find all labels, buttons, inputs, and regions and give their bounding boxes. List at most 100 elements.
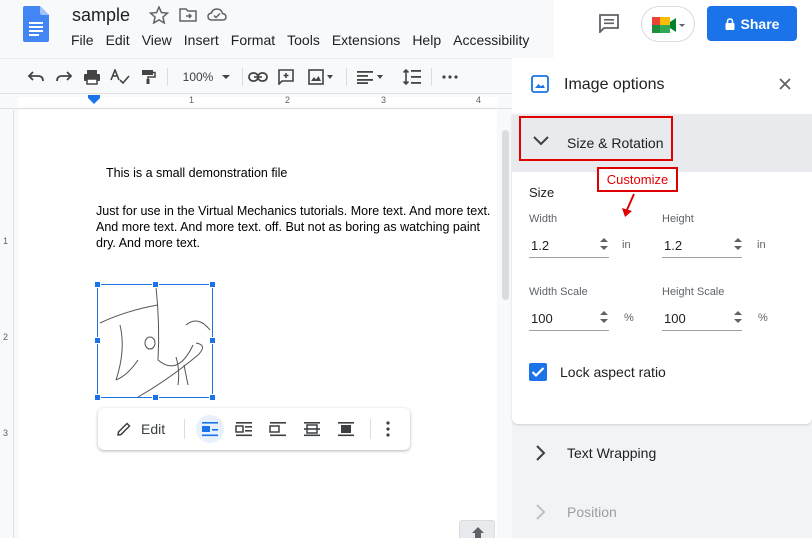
resize-handle[interactable] [209, 281, 216, 288]
break-text-icon[interactable] [269, 421, 287, 437]
resize-handle[interactable] [152, 394, 159, 401]
comment-history-icon[interactable] [598, 13, 620, 33]
ruler-mark: 1 [3, 236, 9, 246]
chevron-down-icon[interactable] [533, 136, 549, 146]
width-label: Width [529, 213, 558, 225]
edit-pencil-icon[interactable] [116, 421, 132, 437]
move-folder-icon[interactable] [178, 6, 198, 24]
resize-handle[interactable] [94, 394, 101, 401]
star-icon[interactable] [149, 6, 169, 24]
share-label: Share [740, 15, 780, 32]
cloud-saved-icon[interactable] [207, 6, 227, 24]
redo-icon [56, 71, 73, 82]
image-icon [308, 69, 324, 85]
line-spacing-button[interactable] [401, 67, 423, 87]
text-wrapping-title: Text Wrapping [567, 445, 657, 461]
document-title[interactable]: sample [72, 5, 130, 26]
undo-button[interactable] [26, 67, 46, 87]
insert-image-button[interactable] [304, 67, 340, 87]
toolbar-divider [431, 68, 432, 86]
toolbar-divider [184, 419, 185, 439]
more-vertical-icon[interactable] [386, 421, 390, 437]
align-select[interactable] [354, 67, 388, 87]
menu-extensions[interactable]: Extensions [332, 31, 400, 51]
add-comment-button[interactable] [276, 67, 296, 87]
width-scale-unit: % [624, 312, 634, 324]
caret-down-icon [327, 75, 333, 79]
width-scale-input[interactable]: 100 [531, 311, 553, 326]
align-left-icon [357, 71, 373, 84]
width-unit: in [622, 239, 631, 251]
resize-handle[interactable] [94, 337, 101, 344]
lock-aspect-ratio-checkbox[interactable] [529, 363, 547, 381]
app-window: sample File Edit View Insert Format Tool… [0, 0, 812, 538]
edit-image-button[interactable]: Edit [141, 421, 165, 437]
in-front-of-text-icon[interactable] [337, 421, 355, 437]
annotation-callout: Customize [597, 167, 678, 192]
zoom-select[interactable]: 100% [178, 67, 236, 87]
undo-icon [27, 71, 44, 82]
height-unit: in [757, 239, 766, 251]
width-scale-label: Width Scale [529, 286, 588, 298]
share-button[interactable]: Share [707, 6, 797, 41]
menu-accessibility[interactable]: Accessibility [453, 31, 529, 51]
menu-insert[interactable]: Insert [184, 31, 219, 51]
toolbar-divider [370, 419, 371, 439]
height-stepper-icon[interactable] [733, 237, 743, 251]
zoom-value: 100% [182, 70, 214, 84]
wrap-text-icon[interactable] [235, 421, 253, 437]
paint-format-button[interactable] [138, 67, 158, 87]
height-input[interactable]: 1.2 [664, 238, 682, 253]
ruler-mark: 4 [476, 95, 482, 105]
position-section[interactable]: Position [512, 482, 812, 538]
ruler-mark: 1 [189, 95, 195, 105]
resize-handle[interactable] [152, 281, 159, 288]
menu-view[interactable]: View [142, 31, 172, 51]
more-options-button[interactable] [440, 67, 460, 87]
lock-icon [725, 17, 735, 30]
height-scale-input[interactable]: 100 [664, 311, 686, 326]
explore-button[interactable] [459, 520, 495, 538]
ruler-mark: 3 [381, 95, 387, 105]
insert-link-button[interactable] [248, 67, 268, 87]
size-rotation-title[interactable]: Size & Rotation [567, 135, 664, 151]
scrollbar-thumb[interactable] [502, 130, 509, 300]
selected-image[interactable] [97, 284, 213, 398]
menu-tools[interactable]: Tools [287, 31, 320, 51]
toolbar-divider [242, 68, 243, 86]
lock-aspect-ratio-label[interactable]: Lock aspect ratio [560, 364, 666, 380]
redo-button[interactable] [54, 67, 74, 87]
indent-marker-icon[interactable] [88, 95, 100, 105]
resize-handle[interactable] [209, 337, 216, 344]
resize-handle[interactable] [94, 281, 101, 288]
menu-edit[interactable]: Edit [106, 31, 130, 51]
height-scale-stepper-icon[interactable] [733, 310, 743, 324]
menu-format[interactable]: Format [231, 31, 275, 51]
formatting-toolbar: 100% [0, 58, 512, 94]
print-button[interactable] [82, 67, 102, 87]
document-paragraph[interactable]: Just for use in the Virtual Mechanics tu… [96, 203, 496, 251]
ruler-mark: 2 [285, 95, 291, 105]
image-options-icon [531, 75, 549, 93]
toolbar-divider [167, 68, 168, 86]
height-input-underline [662, 257, 742, 258]
annotation-arrow-icon [622, 193, 635, 217]
toolbar-divider [346, 68, 347, 86]
explore-icon [472, 527, 484, 538]
width-scale-stepper-icon[interactable] [599, 310, 609, 324]
spellcheck-button[interactable] [110, 67, 130, 87]
wrap-inline-button[interactable] [196, 415, 224, 443]
behind-text-icon[interactable] [303, 421, 321, 437]
size-label: Size [529, 185, 555, 200]
width-stepper-icon[interactable] [599, 237, 609, 251]
meet-button[interactable] [641, 6, 695, 42]
menu-file[interactable]: File [71, 31, 94, 51]
width-input[interactable]: 1.2 [531, 238, 549, 253]
spellcheck-icon [110, 69, 130, 85]
resize-handle[interactable] [209, 394, 216, 401]
docs-logo-icon[interactable] [23, 6, 49, 42]
close-icon[interactable] [779, 78, 791, 90]
document-paragraph[interactable]: This is a small demonstration file [106, 166, 287, 180]
text-wrapping-section[interactable]: Text Wrapping [512, 424, 812, 482]
menu-help[interactable]: Help [412, 31, 441, 51]
